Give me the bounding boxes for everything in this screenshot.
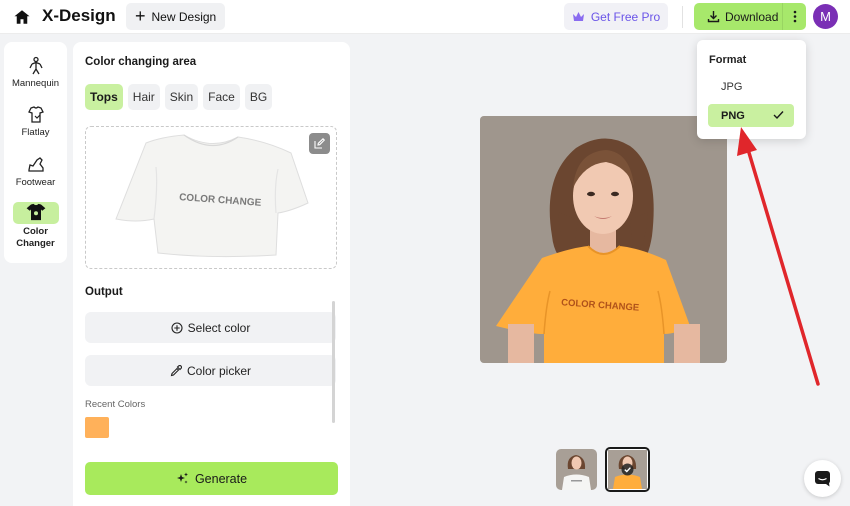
flatlay-icon <box>27 106 44 123</box>
header-divider <box>682 6 683 28</box>
download-button-group[interactable]: Download <box>694 3 806 30</box>
select-color-button[interactable]: Select color <box>85 312 336 343</box>
thumbnail-original-image <box>556 449 597 490</box>
tab-face[interactable]: Face <box>203 84 240 110</box>
home-icon[interactable] <box>13 8 31 26</box>
result-preview-image[interactable]: COLOR CHANGE <box>480 116 727 363</box>
sparkle-icon <box>176 472 188 484</box>
white-tshirt-image: COLOR CHANGE <box>115 134 309 258</box>
chat-support-button[interactable] <box>804 460 841 497</box>
eyedropper-icon <box>170 364 182 376</box>
panel-scrollbar[interactable] <box>332 301 335 423</box>
download-button[interactable]: Download <box>694 3 782 30</box>
tab-tops[interactable]: Tops <box>85 84 123 110</box>
format-title: Format <box>709 54 747 66</box>
garment-upload-area[interactable]: COLOR CHANGE <box>85 126 337 269</box>
top-bar: X-Design + New Design Get Free Pro Downl… <box>0 0 850 34</box>
thumbnail-original[interactable] <box>556 449 597 490</box>
download-label: Download <box>725 9 779 24</box>
plus-icon: + <box>135 6 146 26</box>
format-option-png[interactable]: PNG <box>708 104 794 127</box>
output-label: Output <box>85 286 123 298</box>
color-changer-panel: Color changing area Tops Hair Skin Face … <box>73 42 350 506</box>
crown-icon <box>572 12 584 21</box>
get-free-pro-button[interactable]: Get Free Pro <box>564 3 668 30</box>
nav-item-mannequin[interactable]: Mannequin <box>4 56 67 89</box>
edit-area-button[interactable] <box>309 133 330 154</box>
generate-button[interactable]: Generate <box>85 462 338 495</box>
left-nav: Mannequin Flatlay Footwear Color Changer <box>4 42 67 263</box>
panel-title: Color changing area <box>85 56 197 68</box>
footwear-icon <box>27 157 44 172</box>
recent-colors-label: Recent Colors <box>85 399 146 410</box>
recent-color-swatch[interactable] <box>85 417 109 438</box>
chat-icon <box>815 471 830 487</box>
get-free-pro-label: Get Free Pro <box>590 9 661 24</box>
nav-item-label: Changer <box>16 238 55 249</box>
nav-active-highlight <box>12 202 59 224</box>
thumbnail-result[interactable] <box>605 447 650 492</box>
download-icon <box>707 11 720 23</box>
tab-skin[interactable]: Skin <box>164 84 199 110</box>
avatar[interactable]: M <box>813 4 838 29</box>
tshirt-icon <box>26 203 45 221</box>
edit-icon <box>314 138 325 149</box>
format-dropdown: Format JPG PNG <box>697 40 806 139</box>
check-icon <box>773 111 784 120</box>
brand-logo[interactable]: X-Design <box>42 6 116 26</box>
format-option-label: JPG <box>721 80 743 93</box>
nav-item-color-changer[interactable]: Color Changer <box>4 202 67 250</box>
download-more-button[interactable] <box>782 3 806 30</box>
nav-item-label: Mannequin <box>11 78 59 89</box>
color-picker-button[interactable]: Color picker <box>85 355 336 386</box>
new-design-button[interactable]: + New Design <box>126 3 225 30</box>
model-photo: COLOR CHANGE <box>480 116 727 363</box>
area-tabs: Tops Hair Skin Face BG <box>85 84 273 110</box>
format-option-label: PNG <box>721 109 745 122</box>
new-design-label: New Design <box>151 9 217 24</box>
tab-bg[interactable]: BG <box>244 84 273 110</box>
format-option-jpg[interactable]: JPG <box>708 75 794 98</box>
nav-item-label: Footwear <box>15 177 56 188</box>
color-picker-label: Color picker <box>186 363 252 378</box>
thumbnail-result-image <box>608 450 647 489</box>
nav-item-label: Color <box>23 226 48 237</box>
plus-circle-icon <box>171 321 183 334</box>
tab-hair[interactable]: Hair <box>127 84 160 110</box>
generate-label: Generate <box>194 471 248 486</box>
select-color-label: Select color <box>187 320 251 335</box>
nav-item-flatlay[interactable]: Flatlay <box>4 105 67 138</box>
more-vertical-icon <box>793 10 796 23</box>
mannequin-icon <box>28 56 43 75</box>
nav-item-footwear[interactable]: Footwear <box>4 155 67 188</box>
nav-item-label: Flatlay <box>21 127 50 138</box>
